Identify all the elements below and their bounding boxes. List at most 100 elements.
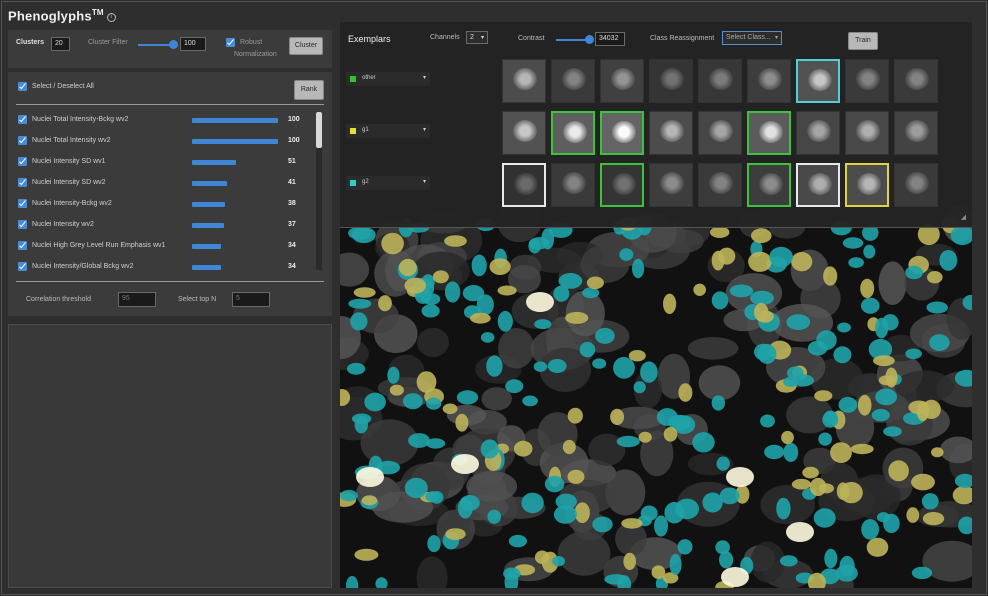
feature-checkbox[interactable] [18, 220, 27, 229]
exemplar-thumbnail[interactable] [600, 163, 644, 207]
cell-nucleus [513, 68, 537, 90]
feature-score: 34 [288, 263, 296, 270]
feature-score-bar [192, 244, 221, 249]
exemplar-thumbnail[interactable] [698, 111, 742, 155]
exemplar-thumbnail[interactable] [600, 59, 644, 103]
feature-row[interactable]: Nuclei Intensity wv2 37 [18, 215, 318, 235]
exemplar-thumbnail[interactable] [796, 163, 840, 207]
chevron-down-icon: ▾ [422, 75, 426, 81]
rank-button[interactable]: Rank [294, 80, 324, 100]
exemplar-thumbnail[interactable] [551, 59, 595, 103]
feature-row[interactable]: Nuclei Intensity SD wv1 51 [18, 152, 318, 172]
contrast-slider-knob[interactable] [585, 35, 594, 44]
select-all-checkbox[interactable] [18, 82, 27, 91]
exemplar-thumbnail[interactable] [502, 163, 546, 207]
feature-checkbox[interactable] [18, 178, 27, 187]
feature-score-bar [192, 202, 225, 207]
feature-name: Nuclei High Grey Level Run Emphasis wv1 [32, 242, 166, 249]
select-top-n-input[interactable]: 5 [232, 292, 270, 307]
class-selector-other[interactable]: other ▾ [346, 72, 430, 86]
cell-nucleus [709, 120, 733, 142]
feature-row[interactable]: Nuclei High Grey Level Run Emphasis wv1 3… [18, 236, 318, 256]
feature-score: 100 [288, 116, 300, 123]
class-selector-g2[interactable]: g2 ▾ [346, 176, 430, 190]
info-icon[interactable]: i [106, 13, 116, 23]
feature-panel: Select / Deselect All Rank Nuclei Total … [8, 72, 332, 316]
cell-nucleus [905, 172, 929, 194]
exemplar-thumbnail[interactable] [845, 111, 889, 155]
cell-nucleus [660, 172, 684, 194]
exemplar-thumbnail[interactable] [551, 111, 595, 155]
exemplar-thumbnail[interactable] [796, 111, 840, 155]
cell-nucleus [905, 68, 929, 90]
exemplar-thumbnail[interactable] [502, 111, 546, 155]
feature-checkbox[interactable] [18, 241, 27, 250]
robust-normalization-checkbox[interactable] [226, 38, 235, 47]
feature-checkbox[interactable] [18, 136, 27, 145]
cell-nucleus [709, 68, 733, 90]
cell-nucleus [513, 120, 537, 142]
exemplar-thumbnail[interactable] [894, 111, 938, 155]
feature-score-bar [192, 118, 278, 123]
cluster-filter-slider-knob[interactable] [169, 40, 178, 49]
exemplar-thumbnail[interactable] [845, 163, 889, 207]
cell-nucleus [905, 120, 929, 142]
cluster-filter-input[interactable]: 100 [180, 37, 206, 51]
exemplar-thumbnail[interactable] [894, 59, 938, 103]
correlation-threshold-input[interactable]: 95 [118, 292, 156, 307]
feature-name: Nuclei Intensity-Bckg wv2 [32, 200, 112, 207]
exemplar-thumbnail[interactable] [649, 111, 693, 155]
feature-checkbox[interactable] [18, 157, 27, 166]
feature-scrollbar-thumb[interactable] [316, 112, 322, 148]
correlation-threshold-label: Correlation threshold [26, 296, 91, 303]
cell-nucleus [857, 173, 881, 195]
class-color-swatch [350, 76, 356, 82]
cell-nucleus [808, 173, 832, 195]
feature-row[interactable]: Nuclei Intensity-Bckg wv2 38 [18, 194, 318, 214]
contrast-input[interactable]: 34032 [595, 32, 625, 46]
cell-nucleus [759, 121, 783, 143]
robust-label: Robust [240, 39, 263, 46]
resize-handle-icon[interactable]: ◢ [961, 213, 966, 221]
channels-value: 2 [470, 34, 474, 41]
class-reassignment-select[interactable]: Select Class... ▾ [722, 31, 782, 45]
clusters-input[interactable]: 20 [51, 37, 70, 51]
feature-row[interactable]: Nuclei Total Intensity wv2 100 [18, 131, 318, 151]
train-button[interactable]: Train [848, 32, 878, 50]
class-selector-g1[interactable]: g1 ▾ [346, 124, 430, 138]
feature-row[interactable]: Nuclei Intensity/Global Bckg wv2 34 [18, 257, 318, 277]
feature-row[interactable]: Nuclei Intensity SD wv2 41 [18, 173, 318, 193]
feature-score: 51 [288, 158, 296, 165]
feature-score-bar [192, 265, 221, 270]
chevron-down-icon: ▾ [774, 35, 778, 41]
exemplar-thumbnail[interactable] [845, 59, 889, 103]
empty-plot-panel [8, 324, 332, 588]
cluster-button[interactable]: Cluster [289, 37, 323, 55]
exemplar-thumbnail[interactable] [600, 111, 644, 155]
exemplar-thumbnail[interactable] [551, 163, 595, 207]
feature-scrollbar[interactable] [316, 112, 322, 270]
exemplar-thumbnail[interactable] [747, 111, 791, 155]
cell-nucleus [709, 172, 733, 194]
feature-checkbox[interactable] [18, 115, 27, 124]
feature-checkbox[interactable] [18, 262, 27, 271]
exemplar-thumbnail[interactable] [894, 163, 938, 207]
exemplar-thumbnail[interactable] [649, 59, 693, 103]
feature-row[interactable]: Nuclei Total Intensity-Bckg wv2 100 [18, 110, 318, 130]
exemplar-thumbnail[interactable] [796, 59, 840, 103]
feature-checkbox[interactable] [18, 199, 27, 208]
exemplar-thumbnail[interactable] [698, 163, 742, 207]
exemplar-thumbnail[interactable] [698, 59, 742, 103]
exemplar-thumbnail[interactable] [649, 163, 693, 207]
channels-select[interactable]: 2 ▾ [466, 31, 488, 44]
class-name: other [362, 75, 376, 81]
cell-nucleus [807, 120, 831, 142]
cell-nucleus [808, 69, 832, 91]
class-name: g2 [362, 179, 369, 185]
chevron-down-icon: ▾ [422, 179, 426, 185]
cell-nucleus [660, 68, 684, 90]
cell-nucleus [612, 121, 636, 143]
exemplar-thumbnail[interactable] [747, 163, 791, 207]
exemplar-thumbnail[interactable] [502, 59, 546, 103]
exemplar-thumbnail[interactable] [747, 59, 791, 103]
